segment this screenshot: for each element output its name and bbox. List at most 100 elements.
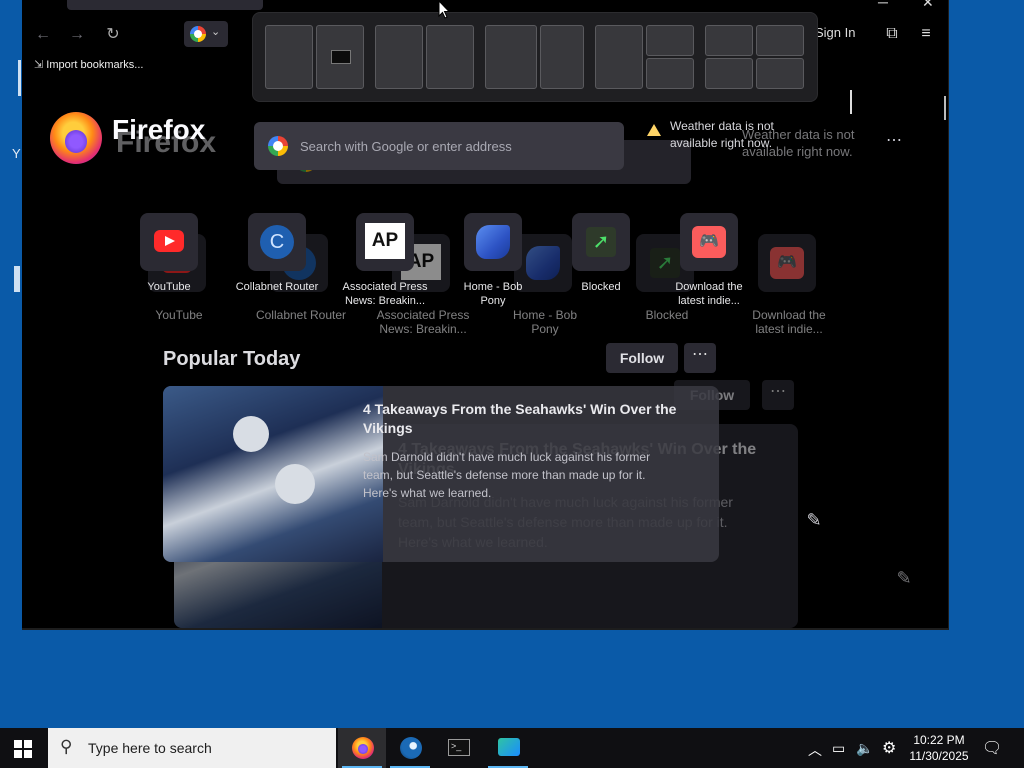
article-card[interactable]: 4 Takeaways From the Seahawks' Win Over … [163,386,719,562]
shortcut-label: Collabnet Router [222,280,332,294]
snap-zone[interactable] [426,25,474,89]
forward-icon[interactable]: → [64,22,90,48]
google-icon [190,26,206,42]
shortcut-tile-itch[interactable]: 🎮 [680,213,738,271]
shortcut-tile-bob-pony[interactable] [464,213,522,271]
snap-zone[interactable] [646,25,694,56]
firefox-logo-icon [50,112,102,164]
snap-zone[interactable] [756,58,804,89]
snap-zone[interactable] [375,25,423,89]
snap-zone[interactable] [265,25,313,89]
shortcut-label: YouTube [114,280,224,294]
extensions-icon[interactable]: ⧉ [880,22,904,46]
edit-pencil-icon[interactable]: ✎ [798,504,830,536]
taskbar: ⚲ Type here to search >_ ︿ ▭ 🔈 ⚙ 10:22 P… [0,728,1024,768]
ghost-tile-label-line: Download the [752,308,826,322]
snap-zone[interactable] [646,58,694,89]
itch-icon: 🎮 [692,226,726,258]
ghost-tile-label-line: Associated Press [376,308,470,322]
shortcut-label-line: Home - Bob [463,281,523,293]
taskbar-snipping[interactable] [484,728,532,768]
sign-in-label: Sign In [814,25,856,40]
shortcut-label-line: Collabnet Router [235,281,319,293]
article-description: Sam Darnold didn't have much luck agains… [363,448,703,502]
ghost-tile-label-line: Pony [531,322,559,336]
ghost-shortcut-tile: 🎮 [758,234,816,292]
taskbar-search[interactable]: ⚲ Type here to search [48,728,336,768]
blocked-arrow-icon: ➚ [586,227,616,257]
shortcut-label-line: Blocked [581,281,621,293]
snap-zone[interactable] [705,58,753,89]
article-title-line: 4 Takeaways From the Seahawks' Win Over … [363,401,677,417]
taskbar-terminal[interactable]: >_ [434,728,482,768]
minimize-icon[interactable]: ─ [878,0,888,10]
ghost-tile-label: Blocked [612,308,722,322]
article-desc-line: Here's what we learned. [363,486,492,500]
shortcut-label-line: News: Breakin... [344,295,426,307]
ghost-tile-label-line: News: Breakin... [379,322,467,336]
import-bookmarks-link[interactable]: ⇲ Import bookmarks... [34,58,143,71]
sidebar-scrollbar[interactable] [944,96,946,120]
desktop-fragment-text: Y [12,146,21,161]
clock-time: 10:22 PM [913,733,965,747]
weather-line: available right now. [670,136,773,150]
start-button[interactable] [14,740,32,758]
chevron-down-icon: ⌄ [211,26,221,38]
clock-date: 11/30/2025 [909,749,969,763]
menu-hamburger-icon[interactable]: ≡ [914,22,938,46]
shortcut-label: Download the latest indie... [654,280,764,308]
ghost-tile-label: Associated Press News: Breakin... [368,308,478,336]
reload-icon[interactable]: ↻ [100,22,126,48]
snap-zone[interactable] [595,25,643,89]
volume-muted-icon[interactable]: 🔈 [856,740,873,757]
search-box[interactable]: Search with Google or enter address [254,122,624,170]
shortcut-label-line: Pony [480,295,506,307]
section-more-button[interactable]: ⋯ [684,343,716,373]
shortcut-label-line: latest indie... [678,295,740,307]
article-desc-line: team, but Seattle's defense more than ma… [363,468,646,482]
firefox-window[interactable]: ─ ✕ ← → ↻ ⌄ ⇲ Import bookmarks... ◎ Sign… [22,0,949,630]
taskbar-steam[interactable] [386,728,434,768]
network-icon[interactable]: ▭ [832,740,845,757]
clock[interactable]: 10:22 PM 11/30/2025 [908,732,970,764]
shortcut-tile-youtube[interactable] [140,213,198,271]
terminal-icon: >_ [448,739,470,756]
ghost-tile-label-line: Home - Bob [512,308,578,322]
snipping-tool-icon [498,738,520,756]
window-thumbnail-icon [331,50,351,64]
ghost-tile-label-line: latest indie... [755,322,823,336]
weather-line: Weather data is not [670,119,774,133]
weather-more-icon[interactable]: ⋯ [886,130,903,150]
browser-tab[interactable] [67,0,263,10]
taskbar-firefox[interactable] [338,728,386,768]
snap-zone[interactable] [705,25,753,56]
close-icon[interactable]: ✕ [922,0,934,11]
ghost-tile-label-line: Blocked [645,308,689,322]
search-input[interactable]: Search with Google or enter address [300,139,512,154]
snap-zone[interactable] [485,25,537,89]
chevron-up-icon[interactable]: ︿ [808,740,822,760]
helmet-shape [233,416,269,452]
ghost-tile-label-line: Collabnet Router [255,308,347,322]
notifications-icon[interactable]: 🗨 [982,738,1002,758]
snap-layouts-flyout[interactable] [252,12,818,102]
import-bookmarks-label: Import bookmarks... [46,59,144,71]
shortcut-tile-collabnet[interactable]: C [248,213,306,271]
follow-button[interactable]: Follow [606,343,678,373]
taskbar-search-placeholder: Type here to search [88,740,212,756]
itch-icon: 🎮 [770,247,804,279]
settings-gear-icon[interactable]: ⚙ [882,738,896,758]
ghost-tile-label: Collabnet Router [246,308,356,322]
c-letter-icon: C [260,225,294,259]
back-icon[interactable]: ← [30,22,56,48]
article-title[interactable]: 4 Takeaways From the Seahawks' Win Over … [363,400,703,438]
shortcut-label-line: YouTube [147,281,191,293]
steam-icon [400,737,422,759]
shortcut-tile-ap[interactable]: AP [356,213,414,271]
snap-zone[interactable] [540,25,584,89]
snap-zone[interactable] [756,25,804,56]
shortcut-tile-blocked[interactable]: ➚ [572,213,630,271]
snap-zone[interactable] [316,25,364,89]
search-engine-button[interactable]: ⌄ [184,21,228,47]
ghost-edit-icon: ✎ [896,568,912,588]
